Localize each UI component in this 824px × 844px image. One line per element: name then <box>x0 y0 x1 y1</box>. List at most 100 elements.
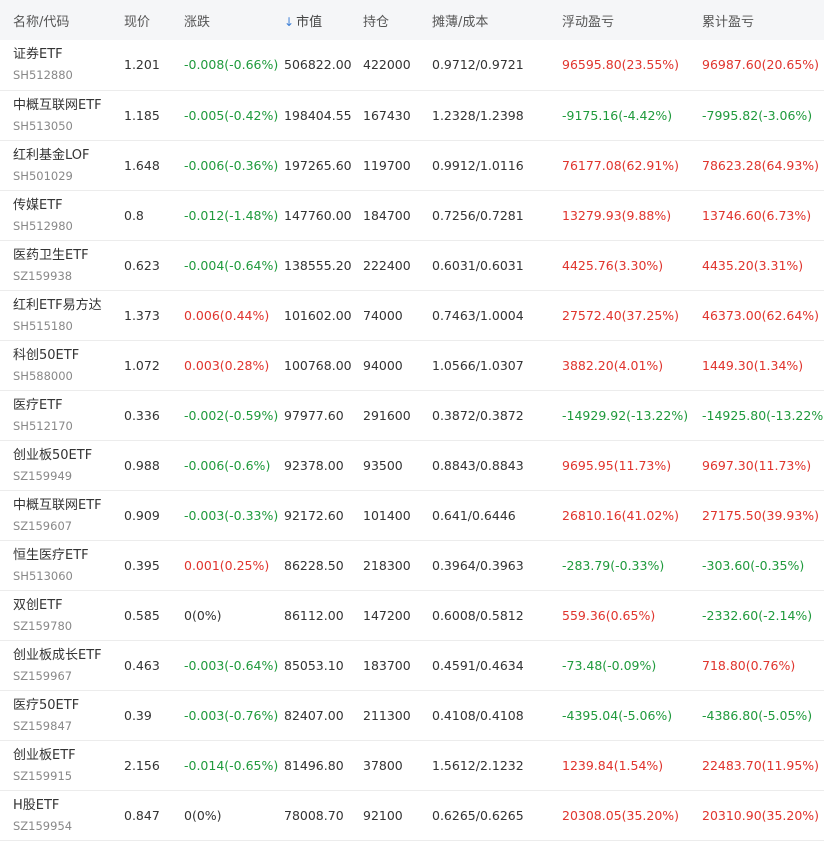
float-pl-cell: -4395.04(-5.06%) <box>562 707 673 723</box>
fund-name[interactable]: 医疗ETF <box>13 397 124 415</box>
fund-code: SH512980 <box>13 218 73 233</box>
header-cost[interactable]: 摊薄/成本 <box>432 0 562 40</box>
fund-code: SH501029 <box>13 168 73 183</box>
market-value-cell: 138555.20 <box>284 257 352 273</box>
price-cell: 1.185 <box>124 107 160 123</box>
table-row[interactable]: 红利基金LOF SH501029 1.648 -0.006(-0.36%) 19… <box>0 140 824 190</box>
float-pl-cell: -73.48(-0.09%) <box>562 657 657 673</box>
name-code-cell: 创业板50ETF SZ159949 <box>0 440 124 490</box>
fund-name[interactable]: 医疗50ETF <box>13 697 124 715</box>
price-cell: 0.463 <box>124 657 160 673</box>
name-code-cell: 创业板成长ETF SZ159967 <box>0 640 124 690</box>
table-row[interactable]: 医疗50ETF SZ159847 0.39 -0.003(-0.76%) 824… <box>0 690 824 740</box>
header-change[interactable]: 涨跌 <box>184 0 284 40</box>
position-cell: 167430 <box>363 107 411 123</box>
name-code-cell: 双创ETF SZ159780 <box>0 590 124 640</box>
fund-name[interactable]: 创业板成长ETF <box>13 647 124 665</box>
change-cell: -0.003(-0.76%) <box>184 707 279 723</box>
market-value-cell: 86112.00 <box>284 607 344 623</box>
table-row[interactable]: 创业板50ETF SZ159949 0.988 -0.006(-0.6%) 92… <box>0 440 824 490</box>
market-value-cell: 97977.60 <box>284 407 344 423</box>
table-body: 证券ETF SH512880 1.201 -0.008(-0.66%) 5068… <box>0 40 824 840</box>
total-pl-cell: -303.60(-0.35%) <box>702 557 805 573</box>
header-total-pl[interactable]: 累计盈亏 <box>702 0 824 40</box>
position-cell: 147200 <box>363 607 411 623</box>
fund-name[interactable]: 创业板ETF <box>13 747 124 765</box>
table-row[interactable]: 中概互联网ETF SZ159607 0.909 -0.003(-0.33%) 9… <box>0 490 824 540</box>
fund-code: SH512170 <box>13 418 73 433</box>
fund-name[interactable]: H股ETF <box>13 797 124 815</box>
table-row[interactable]: 医药卫生ETF SZ159938 0.623 -0.004(-0.64%) 13… <box>0 240 824 290</box>
fund-name[interactable]: 科创50ETF <box>13 347 124 365</box>
header-market-value-label: 市值 <box>296 14 323 30</box>
table-row[interactable]: 恒生医疗ETF SH513060 0.395 0.001(0.25%) 8622… <box>0 540 824 590</box>
position-cell: 422000 <box>363 57 411 73</box>
cost-cell: 0.6008/0.5812 <box>432 607 524 623</box>
price-cell: 1.072 <box>124 357 160 373</box>
change-cell: -0.006(-0.6%) <box>184 457 271 473</box>
table-row[interactable]: 医疗ETF SH512170 0.336 -0.002(-0.59%) 9797… <box>0 390 824 440</box>
total-pl-cell: 13746.60(6.73%) <box>702 207 812 223</box>
market-value-cell: 85053.10 <box>284 657 344 673</box>
fund-name[interactable]: 创业板50ETF <box>13 447 124 465</box>
table-row[interactable]: 传媒ETF SH512980 0.8 -0.012(-1.48%) 147760… <box>0 190 824 240</box>
table-row[interactable]: 证券ETF SH512880 1.201 -0.008(-0.66%) 5068… <box>0 40 824 90</box>
fund-code: SZ159915 <box>13 768 73 783</box>
fund-name[interactable]: 中概互联网ETF <box>13 97 124 115</box>
table-row[interactable]: 中概互联网ETF SH513050 1.185 -0.005(-0.42%) 1… <box>0 90 824 140</box>
fund-name[interactable]: 红利ETF易方达 <box>13 297 124 315</box>
total-pl-cell: 718.80(0.76%) <box>702 657 796 673</box>
table-row[interactable]: 创业板成长ETF SZ159967 0.463 -0.003(-0.64%) 8… <box>0 640 824 690</box>
header-price[interactable]: 现价 <box>124 0 184 40</box>
market-value-cell: 147760.00 <box>284 207 352 223</box>
table-row[interactable]: 创业板ETF SZ159915 2.156 -0.014(-0.65%) 814… <box>0 740 824 790</box>
float-pl-cell: 1239.84(1.54%) <box>562 757 664 773</box>
float-pl-cell: 27572.40(37.25%) <box>562 307 680 323</box>
price-cell: 1.201 <box>124 57 160 73</box>
market-value-cell: 197265.60 <box>284 157 352 173</box>
total-pl-cell: 9697.30(11.73%) <box>702 457 812 473</box>
fund-name[interactable]: 中概互联网ETF <box>13 497 124 515</box>
name-code-cell: 恒生医疗ETF SH513060 <box>0 540 124 590</box>
float-pl-cell: 4425.76(3.30%) <box>562 257 664 273</box>
fund-code: SZ159847 <box>13 718 73 733</box>
position-cell: 101400 <box>363 507 411 523</box>
market-value-cell: 82407.00 <box>284 707 344 723</box>
header-market-value[interactable]: ↓ 市值 <box>284 0 363 40</box>
table-row[interactable]: H股ETF SZ159954 0.847 0(0%) 78008.70 9210… <box>0 790 824 840</box>
total-pl-cell: 22483.70(11.95%) <box>702 757 820 773</box>
price-cell: 0.395 <box>124 557 160 573</box>
header-position[interactable]: 持仓 <box>363 0 432 40</box>
market-value-cell: 81496.80 <box>284 757 344 773</box>
change-cell: 0(0%) <box>184 607 222 623</box>
float-pl-cell: 76177.08(62.91%) <box>562 157 680 173</box>
name-code-cell: 医疗50ETF SZ159847 <box>0 690 124 740</box>
change-cell: -0.004(-0.64%) <box>184 257 279 273</box>
table-row[interactable]: 双创ETF SZ159780 0.585 0(0%) 86112.00 1472… <box>0 590 824 640</box>
name-code-cell: 医药卫生ETF SZ159938 <box>0 240 124 290</box>
position-cell: 37800 <box>363 757 403 773</box>
header-float-pl[interactable]: 浮动盈亏 <box>562 0 702 40</box>
float-pl-cell: 26810.16(41.02%) <box>562 507 680 523</box>
fund-name[interactable]: 红利基金LOF <box>13 147 124 165</box>
table-row[interactable]: 红利ETF易方达 SH515180 1.373 0.006(0.44%) 101… <box>0 290 824 340</box>
fund-name[interactable]: 传媒ETF <box>13 197 124 215</box>
fund-name[interactable]: 双创ETF <box>13 597 124 615</box>
change-cell: 0(0%) <box>184 807 222 823</box>
position-cell: 222400 <box>363 257 411 273</box>
float-pl-cell: 9695.95(11.73%) <box>562 457 672 473</box>
fund-code: SZ159949 <box>13 468 73 483</box>
price-cell: 1.648 <box>124 157 160 173</box>
price-cell: 0.585 <box>124 607 160 623</box>
fund-code: SZ159607 <box>13 518 73 533</box>
total-pl-cell: 20310.90(35.20%) <box>702 807 820 823</box>
header-name-code[interactable]: 名称/代码 <box>0 0 124 40</box>
table-row[interactable]: 科创50ETF SH588000 1.072 0.003(0.28%) 1007… <box>0 340 824 390</box>
fund-name[interactable]: 恒生医疗ETF <box>13 547 124 565</box>
float-pl-cell: -9175.16(-4.42%) <box>562 107 673 123</box>
header-row: 名称/代码 现价 涨跌 ↓ 市值 持仓 摊薄/成本 浮动盈亏 累计盈亏 <box>0 0 824 40</box>
fund-name[interactable]: 医药卫生ETF <box>13 247 124 265</box>
fund-name[interactable]: 证券ETF <box>13 46 124 64</box>
change-cell: 0.006(0.44%) <box>184 307 270 323</box>
change-cell: -0.002(-0.59%) <box>184 407 279 423</box>
